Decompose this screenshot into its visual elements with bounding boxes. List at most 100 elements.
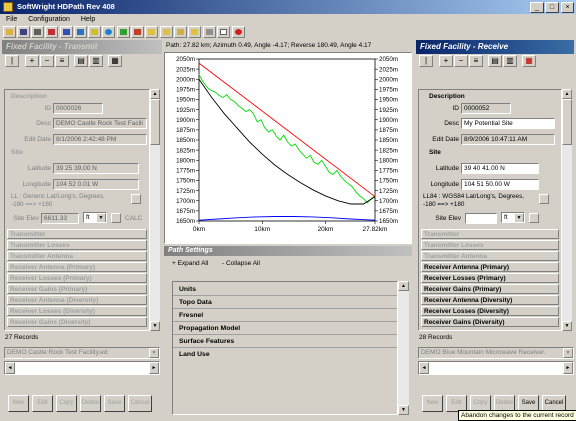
left-section-receiver-antenna-primary[interactable]: Receiver Antenna (Primary) xyxy=(7,262,147,272)
right-desc-field[interactable]: My Potential Site xyxy=(461,118,555,129)
left-section-transmitter[interactable]: Transmitter xyxy=(7,229,147,239)
export-icon[interactable] xyxy=(45,26,58,38)
right-paste-icon[interactable]: ▥ xyxy=(503,55,517,67)
left-copy-icon[interactable]: ▤ xyxy=(74,55,88,67)
left-section-transmitter-losses[interactable]: Transmitter Losses xyxy=(7,240,147,250)
left-latitude-field[interactable]: 39 25 39.00 N xyxy=(53,163,139,174)
right-list-icon[interactable]: ≡ xyxy=(469,55,483,67)
left-record-select[interactable]: DEMO Castle Rock Test Facility.ed ▼ xyxy=(4,347,160,359)
scroll-right-icon[interactable]: ► xyxy=(563,362,573,374)
left-calc-button[interactable] xyxy=(111,213,121,223)
zoom-icon[interactable] xyxy=(203,26,216,38)
left-add-icon[interactable]: + xyxy=(25,55,39,67)
document-icon[interactable] xyxy=(217,26,230,38)
right-datum-button[interactable] xyxy=(539,194,549,204)
right-section-transmitter-antenna[interactable]: Transmitter Antenna xyxy=(421,251,559,261)
expand-all-link[interactable]: + Expand All xyxy=(172,260,208,267)
right-section-receiver-antenna-diversity[interactable]: Receiver Antenna (Diversity) xyxy=(421,295,559,305)
close-button[interactable]: × xyxy=(561,2,574,13)
left-section-receiver-losses-primary[interactable]: Receiver Losses (Primary) xyxy=(7,273,147,283)
ps-fresnel[interactable]: Fresnel xyxy=(173,310,397,322)
left-paste-icon[interactable]: ▥ xyxy=(89,55,103,67)
left-elev-unit-select[interactable]: ft ▼ xyxy=(83,212,107,223)
scroll-up-icon[interactable]: ▲ xyxy=(562,89,572,99)
left-scroll-thumb[interactable] xyxy=(150,99,160,145)
right-longitude-field[interactable]: 104 51 50.00 W xyxy=(461,179,539,190)
menu-help[interactable]: Help xyxy=(81,16,95,23)
left-scrollbar[interactable]: ▲ ▼ xyxy=(150,89,160,331)
left-datum-button[interactable] xyxy=(131,194,141,204)
right-edit-date-field[interactable]: 8/9/2006 10:47:11 AM xyxy=(461,134,555,145)
right-new-button[interactable]: New xyxy=(422,395,443,412)
folder-save-icon[interactable] xyxy=(174,26,187,38)
left-section-receiver-antenna-diversity[interactable]: Receiver Antenna (Diversity) xyxy=(7,295,147,305)
right-scroll-h[interactable]: ◄ ► xyxy=(418,361,574,375)
right-copy-icon[interactable]: ▤ xyxy=(488,55,502,67)
left-delete-button[interactable]: Delete xyxy=(80,395,101,412)
left-remove-icon[interactable]: − xyxy=(40,55,54,67)
right-record-select[interactable]: DEMO Blue Mountain Microwave Receiver. ▼ xyxy=(418,347,574,359)
right-first-icon[interactable]: | xyxy=(419,55,433,67)
link-icon[interactable] xyxy=(74,26,87,38)
scroll-up-icon[interactable]: ▲ xyxy=(150,89,160,99)
right-calc-button[interactable] xyxy=(529,213,539,223)
right-elev-unit-select[interactable]: ft ▼ xyxy=(501,212,525,223)
print-icon[interactable] xyxy=(31,26,44,38)
left-id-field[interactable]: 0000026 xyxy=(53,103,103,114)
right-section-transmitter-losses[interactable]: Transmitter Losses xyxy=(421,240,559,250)
left-edit-button[interactable]: Edit xyxy=(32,395,53,412)
collapse-all-link[interactable]: - Collapse All xyxy=(222,260,260,267)
left-list-icon[interactable]: ≡ xyxy=(55,55,69,67)
right-site-elev-field[interactable] xyxy=(465,213,497,224)
right-latitude-field[interactable]: 39 40 41.00 N xyxy=(461,163,539,174)
scroll-right-icon[interactable]: ► xyxy=(149,362,159,374)
left-new-button[interactable]: New xyxy=(8,395,29,412)
maximize-button[interactable]: □ xyxy=(545,2,559,13)
path-settings-scrollbar[interactable]: ▲ ▼ xyxy=(398,281,409,415)
menu-file[interactable]: File xyxy=(6,16,17,23)
left-copy-button[interactable]: Copy xyxy=(56,395,77,412)
save-icon[interactable] xyxy=(17,26,30,38)
left-longitude-field[interactable]: 104 52 0.01 W xyxy=(53,179,139,190)
right-id-field[interactable]: 0000052 xyxy=(461,103,511,114)
profile-icon[interactable] xyxy=(131,26,144,38)
right-section-transmitter[interactable]: Transmitter xyxy=(421,229,559,239)
ps-propagation-model[interactable]: Propagation Model xyxy=(173,323,397,335)
right-section-receiver-gains-primary[interactable]: Receiver Gains (Primary) xyxy=(421,284,559,294)
left-section-receiver-gains-diversity[interactable]: Receiver Gains (Diversity) xyxy=(7,317,147,327)
open-icon[interactable] xyxy=(3,26,16,38)
globe-icon[interactable] xyxy=(102,26,115,38)
minimize-button[interactable]: _ xyxy=(530,2,544,13)
left-section-receiver-losses-diversity[interactable]: Receiver Losses (Diversity) xyxy=(7,306,147,316)
report-icon[interactable] xyxy=(188,26,201,38)
right-filter-icon[interactable]: ▦ xyxy=(522,55,536,67)
right-section-receiver-losses-primary[interactable]: Receiver Losses (Primary) xyxy=(421,273,559,283)
right-section-receiver-losses-diversity[interactable]: Receiver Losses (Diversity) xyxy=(421,306,559,316)
right-section-receiver-gains-diversity[interactable]: Receiver Gains (Diversity) xyxy=(421,317,559,327)
scroll-down-icon[interactable]: ▼ xyxy=(150,321,160,331)
left-site-elev-field[interactable]: 6611.33 xyxy=(41,213,79,224)
right-remove-icon[interactable]: − xyxy=(454,55,468,67)
right-add-icon[interactable]: + xyxy=(439,55,453,67)
left-scroll-h[interactable]: ◄ ► xyxy=(4,361,160,375)
scroll-left-icon[interactable]: ◄ xyxy=(5,362,15,374)
folder-icon[interactable] xyxy=(145,26,158,38)
scroll-left-icon[interactable]: ◄ xyxy=(419,362,429,374)
left-section-receiver-gains-primary[interactable]: Receiver Gains (Primary) xyxy=(7,284,147,294)
map-icon[interactable] xyxy=(117,26,130,38)
right-section-receiver-antenna-primary[interactable]: Receiver Antenna (Primary) xyxy=(421,262,559,272)
right-scrollbar[interactable]: ▲ ▼ xyxy=(562,89,572,331)
ps-land-use[interactable]: Land Use xyxy=(173,349,397,361)
left-first-icon[interactable]: | xyxy=(5,55,19,67)
left-save-button[interactable]: Save xyxy=(104,395,125,412)
swap-icon[interactable] xyxy=(60,26,73,38)
right-scroll-thumb[interactable] xyxy=(562,99,572,145)
left-desc-field[interactable]: DEMO Castle Rock Test Facili xyxy=(53,118,147,129)
help-icon[interactable] xyxy=(232,26,245,38)
scroll-down-icon[interactable]: ▼ xyxy=(562,321,572,331)
pencil-icon[interactable] xyxy=(88,26,101,38)
left-cancel-button[interactable]: Cancel xyxy=(128,395,152,412)
left-filter-icon[interactable]: ▦ xyxy=(108,55,122,67)
left-section-transmitter-antenna[interactable]: Transmitter Antenna xyxy=(7,251,147,261)
folder-open-icon[interactable] xyxy=(160,26,173,38)
